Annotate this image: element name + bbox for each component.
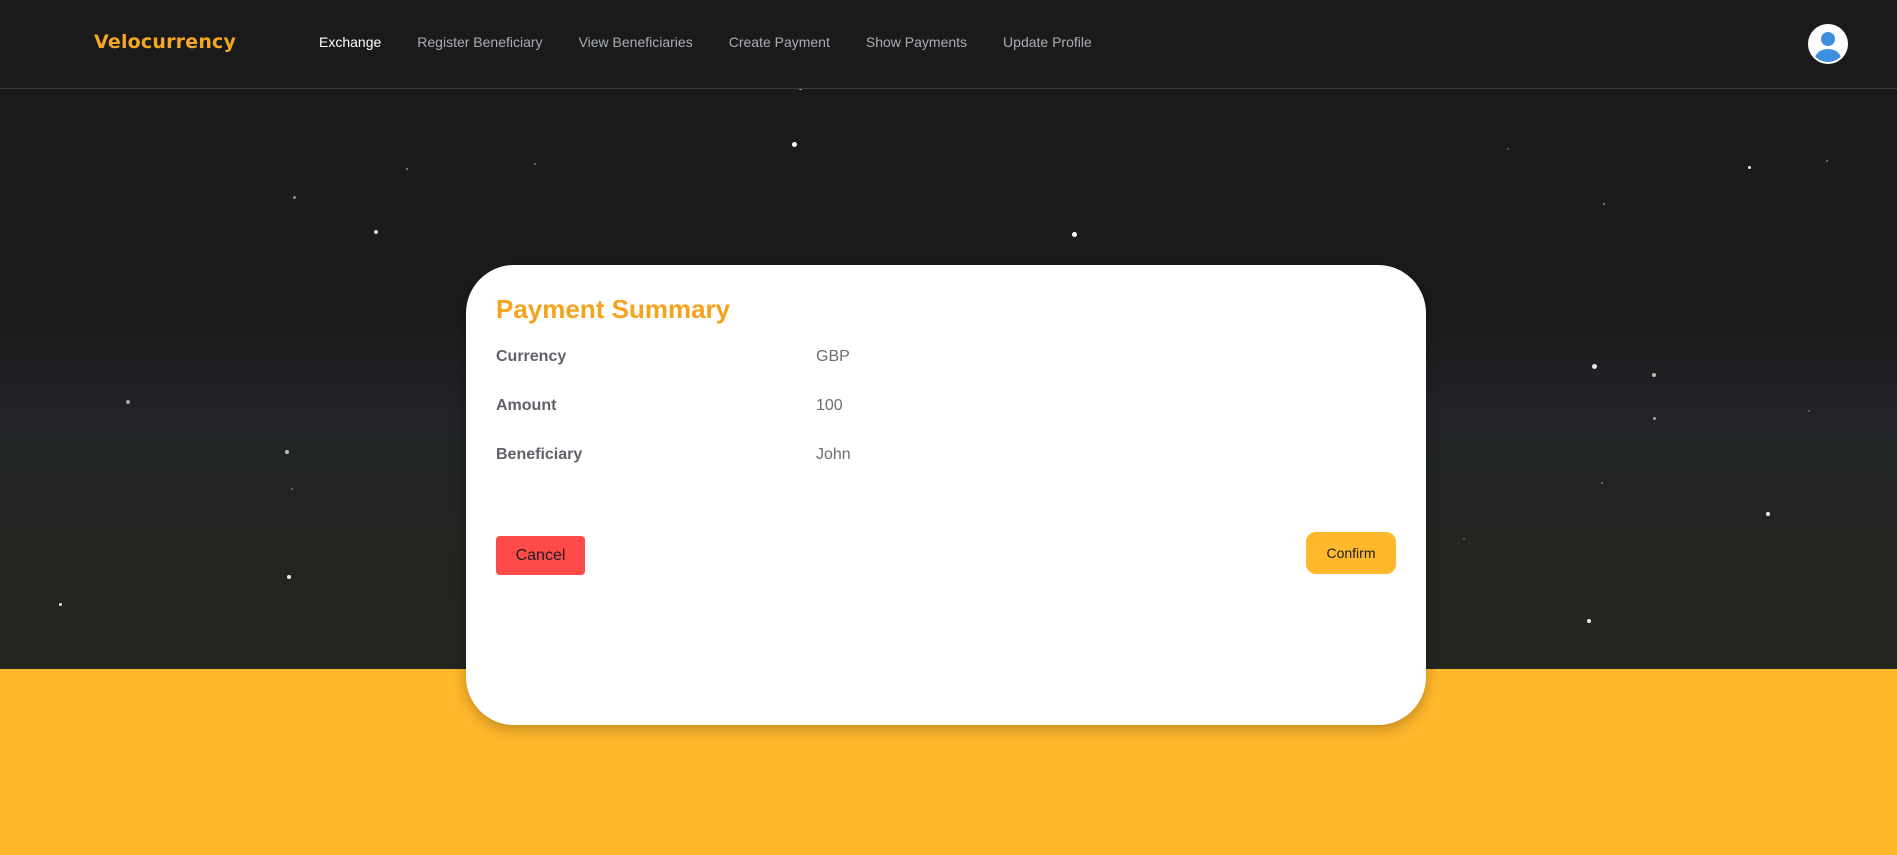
star-decoration (374, 230, 378, 234)
star-decoration (285, 450, 289, 454)
star-decoration (1653, 417, 1656, 420)
star-decoration (406, 168, 408, 170)
star-decoration (291, 488, 293, 490)
card-title: Payment Summary (496, 294, 731, 324)
star-decoration (1601, 482, 1603, 484)
summary-row-amount: Amount 100 (496, 397, 1196, 419)
nav-link-register-beneficiary[interactable]: Register Beneficiary (417, 34, 542, 50)
star-decoration (1587, 619, 1591, 623)
nav-link-show-payments[interactable]: Show Payments (866, 34, 967, 50)
star-decoration (1603, 203, 1605, 205)
summary-row-currency: Currency GBP (496, 348, 1196, 370)
summary-row-beneficiary: Beneficiary John (496, 446, 1196, 468)
star-decoration (1766, 512, 1770, 516)
star-decoration (1826, 160, 1828, 162)
summary-row-label: Currency (496, 348, 567, 365)
summary-row-label: Amount (496, 397, 557, 414)
star-decoration (1808, 410, 1810, 412)
user-avatar-icon[interactable] (1808, 24, 1848, 64)
star-decoration (1072, 232, 1077, 237)
confirm-button[interactable]: Confirm (1306, 532, 1396, 574)
star-decoration (59, 603, 62, 606)
payment-summary-card: Payment Summary Currency GBP Amount 100 … (466, 265, 1426, 725)
star-decoration (126, 400, 130, 404)
star-decoration (293, 196, 296, 199)
star-decoration (287, 575, 291, 579)
star-decoration (792, 142, 797, 147)
nav-links: Exchange Register Beneficiary View Benef… (319, 34, 1128, 50)
star-decoration (534, 163, 536, 165)
brand-logo[interactable]: Velocurrency (94, 31, 236, 53)
summary-row-value: John (816, 446, 851, 463)
summary-row-label: Beneficiary (496, 446, 583, 463)
nav-link-view-beneficiaries[interactable]: View Beneficiaries (579, 34, 693, 50)
star-decoration (1463, 538, 1465, 540)
page: Velocurrency Exchange Register Beneficia… (0, 0, 1897, 855)
cancel-button[interactable]: Cancel (496, 536, 585, 575)
star-decoration (1652, 373, 1656, 377)
summary-row-value: 100 (816, 397, 843, 414)
summary-row-value: GBP (816, 348, 850, 365)
star-decoration (1748, 166, 1751, 169)
star-decoration (1507, 148, 1509, 150)
nav-link-create-payment[interactable]: Create Payment (729, 34, 830, 50)
nav-link-exchange[interactable]: Exchange (319, 34, 381, 50)
nav-link-update-profile[interactable]: Update Profile (1003, 34, 1092, 50)
top-navbar: Velocurrency Exchange Register Beneficia… (0, 0, 1897, 89)
star-decoration (1592, 364, 1597, 369)
